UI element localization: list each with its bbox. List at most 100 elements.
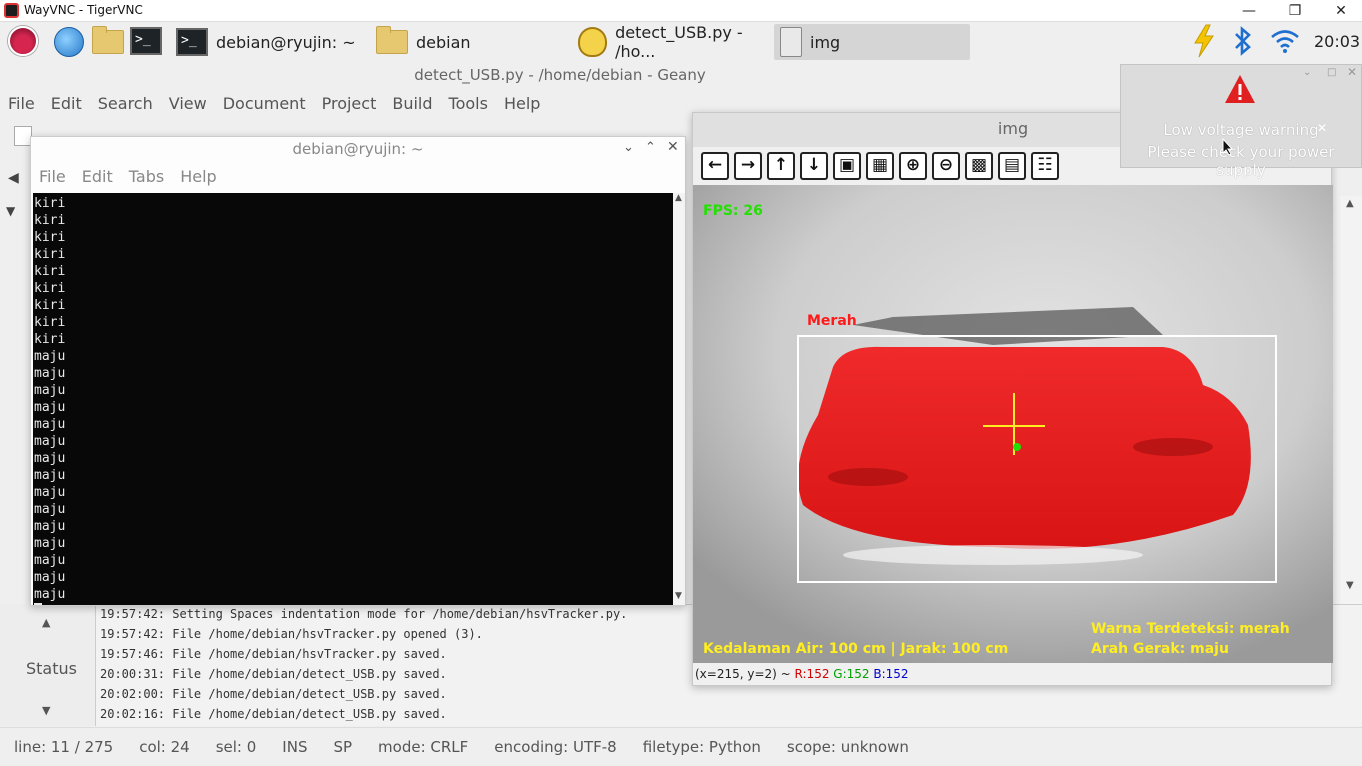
pan-down-icon[interactable]: ↓ — [800, 152, 828, 180]
pan-right-icon[interactable]: → — [734, 152, 762, 180]
status-sel: sel: 0 — [215, 738, 257, 756]
term-menu-edit[interactable]: Edit — [82, 167, 113, 186]
terminal-line: maju — [34, 570, 66, 585]
geany-sidebar-edge: ◀ ▼ — [0, 160, 30, 610]
task-file-manager[interactable]: debian — [372, 24, 568, 60]
term-scroll-down-icon[interactable]: ▼ — [675, 591, 682, 601]
terminal-line: maju — [34, 485, 66, 500]
term-menu-file[interactable]: File — [39, 167, 66, 186]
low-voltage-notification[interactable]: ⌄ □ ✕ Low voltage warning ✕ Please check… — [1120, 64, 1362, 179]
menu-help[interactable]: Help — [496, 90, 548, 118]
term-menu-help[interactable]: Help — [180, 167, 216, 186]
terminal-line: kiri — [34, 264, 66, 279]
restore-button[interactable]: ❐ — [1272, 0, 1318, 22]
zoom-original-icon[interactable]: ▦ — [866, 152, 894, 180]
fps-text: FPS: 26 — [703, 203, 763, 219]
minimize-button[interactable]: — — [1226, 0, 1272, 22]
terminal-line: kiri — [34, 315, 66, 330]
notif-maximize-icon[interactable]: □ — [1327, 67, 1336, 78]
sidebar-expand-icon[interactable]: ▼ — [6, 204, 15, 218]
camera-frame[interactable]: FPS: 26 Merah Kedalaman Air: 100 cm | Ja… — [693, 185, 1333, 663]
pan-left-icon[interactable]: ← — [701, 152, 729, 180]
copy-clipboard-icon[interactable]: ▤ — [998, 152, 1026, 180]
notif-close-icon[interactable]: ✕ — [1347, 65, 1357, 79]
terminal-line: maju — [34, 451, 66, 466]
term-scroll-up-icon[interactable]: ▲ — [675, 193, 682, 203]
terminal-launcher-icon[interactable]: >_ — [130, 27, 162, 55]
status-line: line: 11 / 275 — [14, 738, 114, 756]
terminal-line: maju — [34, 468, 66, 483]
status-encoding: encoding: UTF-8 — [494, 738, 617, 756]
desktop-panel: >_ >_ debian@ryujin: ~ debian detect_USB… — [0, 22, 1362, 62]
pan-up-icon[interactable]: ↑ — [767, 152, 795, 180]
scroll-down-icon[interactable]: ▼ — [1346, 580, 1354, 591]
direction-text: Arah Gerak: maju — [1091, 641, 1229, 657]
terminal-scrollbar[interactable]: ▲ ▼ — [673, 193, 685, 605]
menu-file[interactable]: File — [0, 90, 43, 118]
lightning-icon[interactable] — [1192, 24, 1216, 62]
browser-icon[interactable] — [54, 27, 84, 57]
status-scope: scope: unknown — [786, 738, 909, 756]
warning-icon — [1223, 73, 1257, 109]
folder-icon — [376, 26, 408, 54]
term-menu-tabs[interactable]: Tabs — [129, 167, 164, 186]
detected-color-text: Warna Terdeteksi: merah — [1091, 621, 1290, 637]
file-manager-icon[interactable] — [92, 26, 124, 54]
scroll-up-icon[interactable]: ▲ — [1346, 198, 1354, 209]
bluetooth-icon[interactable] — [1232, 26, 1254, 60]
notif-minimize-icon[interactable]: ⌄ — [1303, 67, 1311, 78]
zoom-fit-icon[interactable]: ▣ — [833, 152, 861, 180]
tigervnc-icon — [4, 3, 19, 18]
task-img[interactable]: img — [774, 24, 970, 60]
terminal-line: maju — [34, 383, 66, 398]
terminal-line: kiri — [34, 281, 66, 296]
status-log: 19:57:42: Setting Spaces indentation mod… — [100, 604, 700, 726]
menu-project[interactable]: Project — [314, 90, 385, 118]
menu-document[interactable]: Document — [215, 90, 314, 118]
menu-edit[interactable]: Edit — [43, 90, 90, 118]
log-line: 20:02:16: File /home/debian/detect_USB.p… — [100, 707, 447, 721]
geany-icon — [578, 27, 608, 57]
sidebar-scroll-left-icon[interactable]: ◀ — [8, 170, 19, 186]
tab-up-icon[interactable]: ▲ — [42, 616, 50, 629]
terminal-cursor — [34, 603, 42, 605]
pixel-blue: B:152 — [873, 667, 909, 681]
terminal-line: maju — [34, 400, 66, 415]
close-button[interactable]: ✕ — [1318, 0, 1362, 22]
tab-status[interactable]: Status — [26, 659, 77, 678]
zoom-in-icon[interactable]: ⊕ — [899, 152, 927, 180]
log-line: 19:57:42: Setting Spaces indentation mod… — [100, 607, 628, 621]
terminal-minimize-button[interactable]: ⌄ — [623, 140, 634, 155]
editor-scrollbar[interactable]: ▲ ▼ — [1340, 196, 1362, 606]
task-file-manager-label: debian — [416, 32, 471, 52]
terminal-line: kiri — [34, 298, 66, 313]
menu-tools[interactable]: Tools — [441, 90, 496, 118]
properties-icon[interactable]: ☷ — [1031, 152, 1059, 180]
save-image-icon[interactable]: ▩ — [965, 152, 993, 180]
tab-down-icon[interactable]: ▼ — [42, 704, 50, 717]
terminal-line: maju — [34, 502, 66, 517]
menu-view[interactable]: View — [161, 90, 215, 118]
menu-search[interactable]: Search — [90, 90, 161, 118]
terminal-maximize-button[interactable]: ⌃ — [645, 140, 656, 155]
image-window-icon — [780, 27, 802, 57]
clock[interactable]: 20:03 — [1314, 32, 1360, 51]
pixel-green: G:152 — [833, 667, 870, 681]
wifi-icon[interactable] — [1270, 28, 1300, 58]
menu-build[interactable]: Build — [384, 90, 440, 118]
terminal-menubar: File Edit Tabs Help — [39, 167, 233, 186]
terminal-line: maju — [34, 587, 66, 602]
raspberry-menu-icon[interactable] — [8, 26, 38, 56]
terminal-output[interactable]: kiri kiri kiri kiri kiri kiri kiri kiri … — [33, 193, 673, 605]
terminal-line: maju — [34, 434, 66, 449]
status-ins: INS — [282, 738, 308, 756]
notif-dismiss-icon[interactable]: ✕ — [1317, 121, 1327, 135]
zoom-out-icon[interactable]: ⊖ — [932, 152, 960, 180]
status-col: col: 24 — [139, 738, 190, 756]
task-terminal[interactable]: >_ debian@ryujin: ~ — [172, 24, 368, 60]
vnc-title: WayVNC - TigerVNC — [24, 3, 143, 17]
terminal-line: maju — [34, 536, 66, 551]
log-line: 19:57:42: File /home/debian/hsvTracker.p… — [100, 627, 483, 641]
task-geany[interactable]: detect_USB.py - /ho... — [574, 23, 770, 61]
terminal-close-button[interactable]: ✕ — [667, 139, 679, 155]
